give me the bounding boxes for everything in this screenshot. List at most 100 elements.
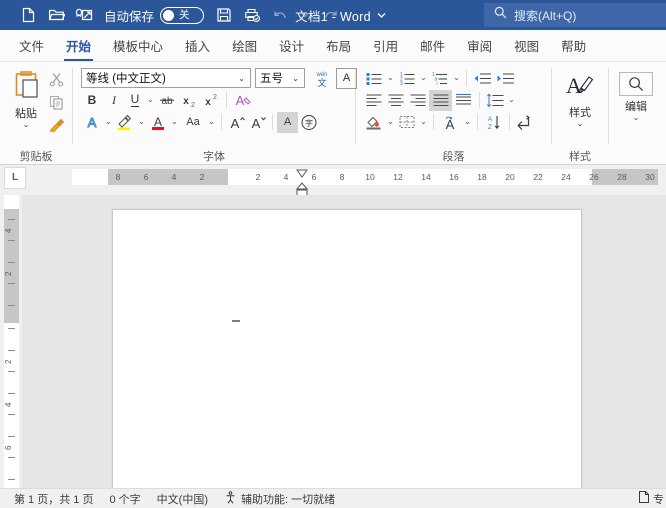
editing-button[interactable]: 编辑 ⌄ (614, 70, 658, 122)
print-preview-icon[interactable] (238, 3, 266, 27)
font-size-combo[interactable]: 五号 ⌄ (255, 68, 305, 88)
hanging-indent-marker[interactable] (295, 182, 309, 197)
bold-button[interactable]: B (81, 90, 103, 111)
grow-font-button[interactable]: A (226, 112, 247, 133)
autosave-toggle[interactable]: 关 (160, 6, 205, 24)
sort-button[interactable]: AZ (482, 112, 505, 133)
group-font: 等线 (中文正文) ⌄ 五号 ⌄ wén 文 A B I U ⌄ ab x 2 … (73, 62, 357, 164)
change-case-dropdown-icon[interactable]: ⌄ (206, 111, 217, 133)
tab-file[interactable]: 文件 (8, 29, 55, 61)
search-box[interactable]: 搜索(Alt+Q) (484, 3, 666, 27)
show-marks-button[interactable] (514, 112, 537, 133)
paste-button[interactable]: 粘贴 ⌄ (6, 67, 46, 129)
save-icon[interactable] (210, 3, 238, 27)
text-effects-button[interactable]: A (81, 112, 103, 133)
vertical-ruler[interactable]: 4 2 2 4 6 8 8 (0, 195, 22, 488)
styles-dropdown-icon[interactable]: ⌄ (577, 120, 584, 128)
tab-review[interactable]: 审阅 (456, 29, 503, 61)
horizontal-ruler[interactable]: 8 6 4 2 2 4 6 8 10 12 14 16 18 20 22 24 … (72, 166, 658, 197)
font-size-dropdown-icon[interactable]: ⌄ (289, 74, 302, 83)
vruler-tick (8, 305, 15, 306)
shrink-font-button[interactable]: A (247, 112, 268, 133)
shading-dropdown-icon[interactable]: ⌄ (385, 111, 396, 133)
decrease-indent-button[interactable] (471, 68, 494, 89)
new-document-icon[interactable] (14, 3, 42, 27)
multilevel-list-dropdown-icon[interactable]: ⌄ (451, 67, 462, 89)
font-color-dropdown-icon[interactable]: ⌄ (169, 111, 180, 133)
tab-template-center[interactable]: 模板中心 (102, 29, 174, 61)
change-case-button[interactable]: Aa (180, 112, 206, 133)
numbering-dropdown-icon[interactable]: ⌄ (418, 67, 429, 89)
paste-dropdown-icon[interactable]: ⌄ (23, 121, 30, 129)
numbering-button[interactable]: 123 (396, 68, 418, 89)
justify-button[interactable] (429, 89, 452, 111)
language-indicator[interactable]: 中文(中国) (149, 491, 216, 507)
phonetic-guide-button[interactable]: A (438, 112, 462, 133)
font-name-combo[interactable]: 等线 (中文正文) ⌄ (81, 68, 251, 88)
tab-view[interactable]: 视图 (503, 29, 550, 61)
multilevel-list-button[interactable]: 1ai (429, 68, 451, 89)
editing-dropdown-icon[interactable]: ⌄ (633, 114, 640, 122)
styles-button[interactable]: A 样式 ⌄ (557, 70, 603, 128)
document-page[interactable] (112, 209, 582, 488)
tab-stop-selector[interactable]: L (4, 167, 26, 189)
redo-icon[interactable] (316, 3, 344, 27)
search-placeholder: 搜索(Alt+Q) (514, 8, 577, 23)
page-canvas[interactable] (22, 195, 666, 488)
vruler-tick (8, 479, 15, 480)
shading-button[interactable] (363, 112, 385, 133)
phonetic-guide-dropdown-icon[interactable]: ⌄ (462, 111, 473, 133)
line-spacing-dropdown-icon[interactable]: ⌄ (506, 89, 517, 111)
tab-design[interactable]: 设计 (268, 29, 315, 61)
undo-dropdown-icon[interactable] (294, 3, 316, 27)
line-spacing-button[interactable] (484, 90, 506, 111)
underline-button[interactable]: U (125, 90, 145, 111)
superscript-button[interactable]: x2 (200, 90, 222, 111)
format-painter-icon[interactable] (46, 115, 67, 136)
tab-home[interactable]: 开始 (55, 29, 102, 61)
undo-icon[interactable] (266, 3, 294, 27)
borders-dropdown-icon[interactable]: ⌄ (418, 111, 429, 133)
font-name-dropdown-icon[interactable]: ⌄ (235, 74, 248, 83)
align-center-button[interactable] (385, 90, 407, 111)
copy-icon[interactable] (46, 92, 67, 113)
clear-formatting-icon[interactable]: A (231, 90, 255, 111)
borders-button[interactable] (396, 112, 418, 133)
cut-icon[interactable] (46, 69, 67, 90)
distribute-button[interactable] (452, 90, 475, 111)
text-highlight-dropdown-icon[interactable]: ⌄ (136, 111, 147, 133)
bullets-button[interactable] (363, 68, 385, 89)
phonetic-guide-icon[interactable]: wén 文 (310, 68, 333, 89)
italic-button[interactable]: I (103, 90, 125, 111)
tab-references[interactable]: 引用 (362, 29, 409, 61)
first-line-indent-marker[interactable] (296, 166, 308, 178)
customize-quick-access-icon[interactable] (370, 3, 392, 27)
character-shading-button[interactable]: A (277, 111, 298, 133)
accessibility-status[interactable]: 辅助功能: 一切就绪 (216, 490, 343, 507)
page-indicator[interactable]: 第 1 页，共 1 页 (6, 491, 101, 507)
text-effects-dropdown-icon[interactable]: ⌄ (103, 111, 114, 133)
tab-help[interactable]: 帮助 (550, 29, 597, 61)
subscript-button[interactable]: x2 (178, 90, 200, 111)
word-count[interactable]: 0 个字 (101, 491, 148, 507)
tab-mailings[interactable]: 邮件 (409, 29, 456, 61)
text-highlight-button[interactable] (114, 112, 136, 133)
strikethrough-button[interactable]: ab (156, 90, 178, 111)
font-color-button[interactable]: A (147, 112, 169, 133)
tab-insert[interactable]: 插入 (174, 29, 221, 61)
read-mode-icon[interactable] (637, 490, 651, 507)
view-label[interactable]: 专 (653, 491, 664, 507)
increase-indent-button[interactable] (494, 68, 517, 89)
accessibility-icon (224, 490, 237, 507)
open-folder-icon[interactable] (42, 3, 70, 27)
tab-draw[interactable]: 绘图 (221, 29, 268, 61)
underline-dropdown-icon[interactable]: ⌄ (145, 89, 156, 111)
touch-mouse-mode-icon[interactable] (70, 3, 98, 27)
align-left-button[interactable] (363, 90, 385, 111)
align-right-button[interactable] (407, 90, 429, 111)
tab-layout[interactable]: 布局 (315, 29, 362, 61)
character-border-icon[interactable]: A (336, 67, 357, 89)
enclose-character-button[interactable]: 字 (298, 112, 319, 133)
bullets-dropdown-icon[interactable]: ⌄ (385, 67, 396, 89)
title-bar: 自动保存 关 文档1 - Word 搜索(Alt+Q) (0, 0, 666, 30)
